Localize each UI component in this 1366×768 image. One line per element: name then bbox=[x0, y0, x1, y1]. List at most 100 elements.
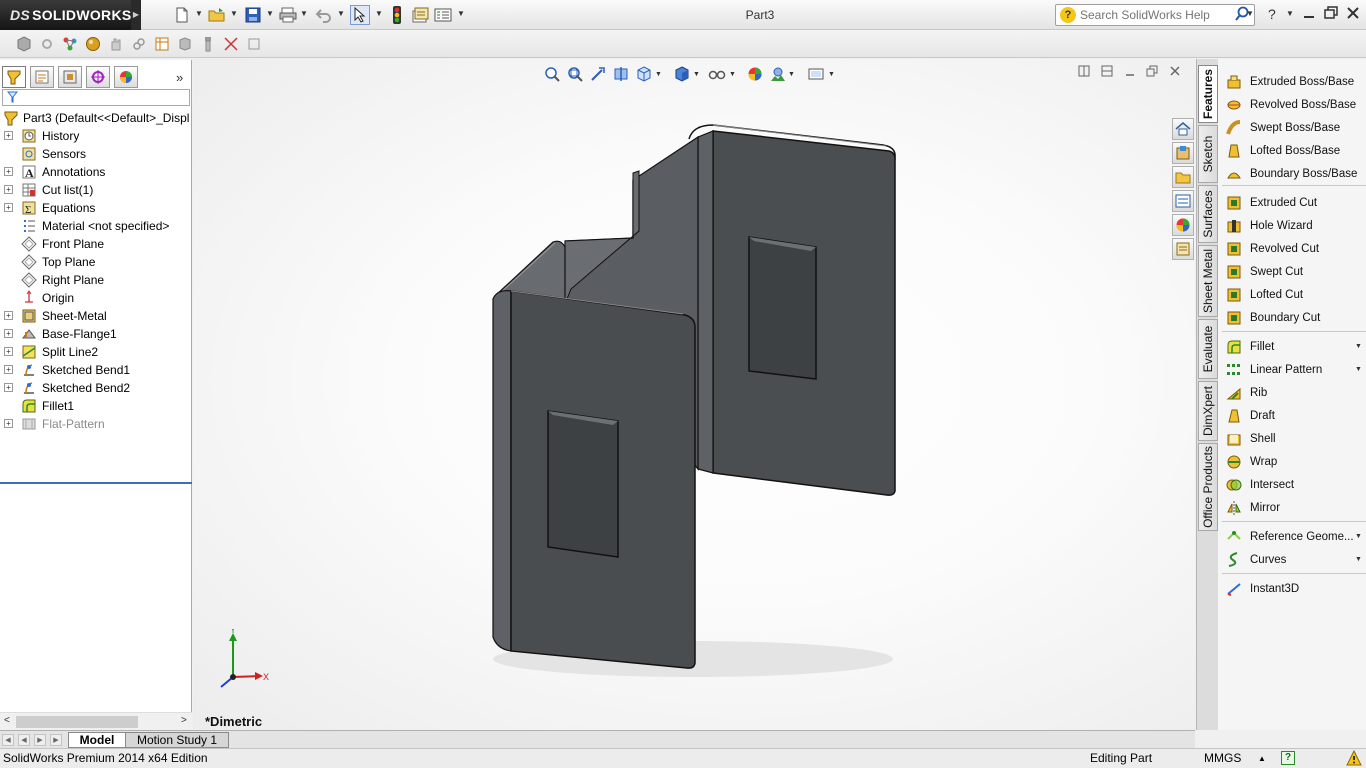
hide-show-items-button[interactable] bbox=[708, 65, 726, 83]
command-swept-boss-base[interactable]: Swept Boss/Base bbox=[1218, 117, 1366, 139]
view-orientation-button[interactable] bbox=[635, 65, 653, 83]
open-dropdown-icon[interactable]: ▼ bbox=[230, 9, 238, 18]
tab-feature-manager[interactable] bbox=[2, 66, 26, 88]
tree-item-top-plane[interactable]: Top Plane bbox=[0, 253, 192, 271]
sheet-metal-part-model[interactable] bbox=[483, 121, 903, 681]
tree-item-sheet-metal[interactable]: + Sheet-Metal bbox=[0, 307, 192, 325]
view-settings-button[interactable] bbox=[807, 65, 825, 83]
command-wrap[interactable]: Wrap bbox=[1218, 451, 1366, 473]
new-document-button[interactable] bbox=[172, 5, 192, 25]
tab-evaluate[interactable]: Evaluate bbox=[1198, 319, 1218, 379]
command-swept-cut[interactable]: Swept Cut bbox=[1218, 261, 1366, 283]
appearance-button[interactable] bbox=[83, 34, 103, 54]
reference-button[interactable] bbox=[60, 34, 80, 54]
apply-scene-button[interactable] bbox=[769, 65, 787, 83]
tab-features[interactable]: Features bbox=[1198, 65, 1218, 123]
display-style-button[interactable] bbox=[673, 65, 691, 83]
help-search-input[interactable] bbox=[1080, 7, 1230, 23]
undo-dropdown-icon[interactable]: ▼ bbox=[337, 9, 345, 18]
solidworks-menu-arrow-icon[interactable]: ▶ bbox=[131, 0, 141, 30]
tree-item-equations[interactable]: + Σ Equations bbox=[0, 199, 192, 217]
command-mirror[interactable]: Mirror bbox=[1218, 497, 1366, 519]
expand-plus-icon[interactable]: + bbox=[4, 347, 13, 356]
expand-plus-icon[interactable]: + bbox=[4, 131, 13, 140]
tree-item-split-line2[interactable]: + Split Line2 bbox=[0, 343, 192, 361]
viewport-split-icon[interactable] bbox=[1077, 65, 1091, 79]
scroll-right-icon[interactable]: > bbox=[181, 715, 187, 726]
tab-configuration-manager[interactable] bbox=[58, 66, 82, 88]
scroll-left-icon[interactable]: < bbox=[4, 715, 10, 726]
undo-button[interactable] bbox=[314, 5, 334, 25]
feature-tree-filter[interactable] bbox=[2, 89, 190, 106]
tree-item-material-not-specified[interactable]: Material <not specified> bbox=[0, 217, 192, 235]
new-dropdown-icon[interactable]: ▼ bbox=[195, 9, 203, 18]
next-tab-arrow-icon[interactable]: ▶ bbox=[34, 734, 46, 746]
expand-plus-icon[interactable]: + bbox=[4, 329, 13, 338]
command-dropdown-icon[interactable]: ▼ bbox=[1355, 526, 1362, 548]
command-lofted-cut[interactable]: Lofted Cut bbox=[1218, 284, 1366, 306]
command-boundary-cut[interactable]: Boundary Cut bbox=[1218, 307, 1366, 329]
view-settings-dropdown-icon[interactable]: ▼ bbox=[828, 71, 835, 78]
hole-series-button[interactable] bbox=[198, 34, 218, 54]
tab-property-manager[interactable] bbox=[30, 66, 54, 88]
prev-tab-arrow-icon[interactable]: ◀ bbox=[18, 734, 30, 746]
design-library-tab[interactable] bbox=[1172, 142, 1194, 164]
view-palette-tab[interactable] bbox=[1172, 190, 1194, 212]
command-extruded-boss-base[interactable]: Extruded Boss/Base bbox=[1218, 71, 1366, 93]
zoom-to-area-button[interactable] bbox=[566, 65, 584, 83]
command-curves[interactable]: Curves ▼ bbox=[1218, 549, 1366, 571]
select-dropdown-icon[interactable]: ▼ bbox=[375, 9, 383, 18]
file-properties-button[interactable] bbox=[410, 5, 430, 25]
tree-item-front-plane[interactable]: Front Plane bbox=[0, 235, 192, 253]
graphics-area[interactable]: ▼ ▼ ▼ ▼ ▼ Y X *Dimetric bbox=[193, 59, 1195, 730]
tree-item-annotations[interactable]: + A Annotations bbox=[0, 163, 192, 181]
options-dropdown-icon[interactable]: ▼ bbox=[457, 9, 465, 18]
zoom-to-fit-button[interactable] bbox=[543, 65, 561, 83]
tab-display-manager[interactable] bbox=[114, 66, 138, 88]
expand-plus-icon[interactable]: + bbox=[4, 365, 13, 374]
select-button[interactable] bbox=[350, 5, 370, 25]
scene-dropdown-icon[interactable]: ▼ bbox=[788, 71, 795, 78]
tab-sketch[interactable]: Sketch bbox=[1198, 125, 1218, 183]
command-shell[interactable]: Shell bbox=[1218, 428, 1366, 450]
tab-sheet-metal[interactable]: Sheet Metal bbox=[1198, 245, 1218, 317]
quick-tips-help-icon[interactable]: ? bbox=[1281, 751, 1295, 765]
tree-item-sensors[interactable]: Sensors bbox=[0, 145, 192, 163]
save-dropdown-icon[interactable]: ▼ bbox=[266, 9, 274, 18]
expand-plus-icon[interactable]: + bbox=[4, 419, 13, 428]
hand-button[interactable] bbox=[106, 34, 126, 54]
file-explorer-tab[interactable] bbox=[1172, 166, 1194, 188]
unit-system-up-arrow-icon[interactable]: ▲ bbox=[1258, 749, 1266, 768]
more-tabs-chevron-icon[interactable]: » bbox=[176, 70, 183, 85]
rebuild-warning-icon[interactable] bbox=[1346, 749, 1362, 768]
tab-surfaces[interactable]: Surfaces bbox=[1198, 185, 1218, 243]
print-button[interactable] bbox=[278, 5, 298, 25]
expand-plus-icon[interactable]: + bbox=[4, 203, 13, 212]
help-menu-button[interactable]: ? bbox=[1263, 6, 1281, 24]
section-button[interactable] bbox=[244, 34, 264, 54]
solidworks-resources-tab[interactable] bbox=[1172, 118, 1194, 140]
tree-item-flat-pattern[interactable]: + Flat-Pattern bbox=[0, 415, 192, 433]
command-draft[interactable]: Draft bbox=[1218, 405, 1366, 427]
view-orientation-dropdown-icon[interactable]: ▼ bbox=[655, 71, 662, 78]
command-intersect[interactable]: Intersect bbox=[1218, 474, 1366, 496]
edit-appearance-button[interactable] bbox=[746, 65, 764, 83]
unit-system-label[interactable]: MMGS bbox=[1204, 749, 1241, 768]
3d-box-button[interactable] bbox=[14, 34, 34, 54]
design-table-button[interactable] bbox=[152, 34, 172, 54]
tree-item-origin[interactable]: Origin bbox=[0, 289, 192, 307]
measure-button[interactable] bbox=[221, 34, 241, 54]
command-dropdown-icon[interactable]: ▼ bbox=[1355, 359, 1362, 381]
command-hole-wizard[interactable]: Hole Wizard bbox=[1218, 215, 1366, 237]
hide-show-dropdown-icon[interactable]: ▼ bbox=[729, 71, 736, 78]
tab-motion-study[interactable]: Motion Study 1 bbox=[125, 732, 229, 748]
first-tab-arrow-icon[interactable]: ◀ bbox=[2, 734, 14, 746]
viewport-restore-icon[interactable] bbox=[1145, 65, 1159, 79]
command-revolved-cut[interactable]: Revolved Cut bbox=[1218, 238, 1366, 260]
command-revolved-boss-base[interactable]: Revolved Boss/Base bbox=[1218, 94, 1366, 116]
restore-icon[interactable] bbox=[1322, 6, 1340, 24]
smart-dimension-button[interactable] bbox=[37, 34, 57, 54]
horizontal-scrollbar[interactable]: < > bbox=[0, 712, 192, 730]
open-button[interactable] bbox=[207, 5, 227, 25]
command-extruded-cut[interactable]: Extruded Cut bbox=[1218, 192, 1366, 214]
